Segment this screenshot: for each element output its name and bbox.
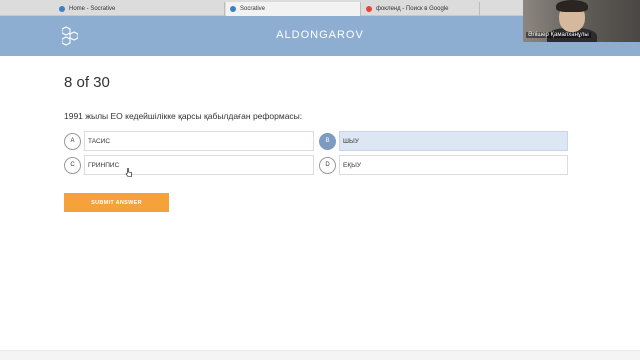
google-icon: [366, 6, 372, 12]
browser-tab-google-search[interactable]: фокленд - Поиск в Google: [362, 2, 480, 16]
choice-text-d[interactable]: ЕҚЫУ: [339, 155, 568, 175]
browser-tab-socrative[interactable]: Socrative: [226, 2, 361, 16]
choice-c[interactable]: C ГРИНПИС: [64, 154, 314, 176]
choice-text-b[interactable]: ШЫУ: [339, 131, 568, 151]
choice-letter-d[interactable]: D: [319, 156, 336, 174]
choice-d[interactable]: D ЕҚЫУ: [319, 154, 568, 176]
choice-b[interactable]: B ШЫУ: [319, 130, 568, 152]
choice-a[interactable]: A ТАСИС: [64, 130, 314, 152]
participant-hair: [556, 0, 588, 12]
question-progress: 8 of 30: [64, 74, 110, 91]
choice-letter-b[interactable]: B: [319, 132, 336, 150]
video-call-thumbnail: Әлішер Қамалханұлы: [523, 0, 640, 42]
tab-title: Socrative: [240, 6, 266, 12]
submit-answer-button[interactable]: SUBMIT ANSWER: [64, 193, 169, 212]
socrative-icon: [59, 6, 65, 12]
mouse-pointer-icon: [125, 168, 132, 177]
choice-letter-a[interactable]: A: [64, 132, 81, 150]
socrative-icon: [230, 6, 236, 12]
tab-title: фокленд - Поиск в Google: [376, 6, 449, 12]
choice-text-c[interactable]: ГРИНПИС: [84, 155, 314, 175]
browser-tab-home-socrative[interactable]: Home - Socrative: [55, 2, 225, 16]
choice-letter-c[interactable]: C: [64, 156, 81, 174]
participant-name: Әлішер Қамалханұлы: [526, 32, 591, 38]
question-text: 1991 жылы ЕО кедейшілікке қарсы қабылдағ…: [64, 111, 303, 121]
page-footer: [0, 350, 640, 360]
tab-title: Home - Socrative: [69, 6, 116, 12]
choice-text-a[interactable]: ТАСИС: [84, 131, 314, 151]
